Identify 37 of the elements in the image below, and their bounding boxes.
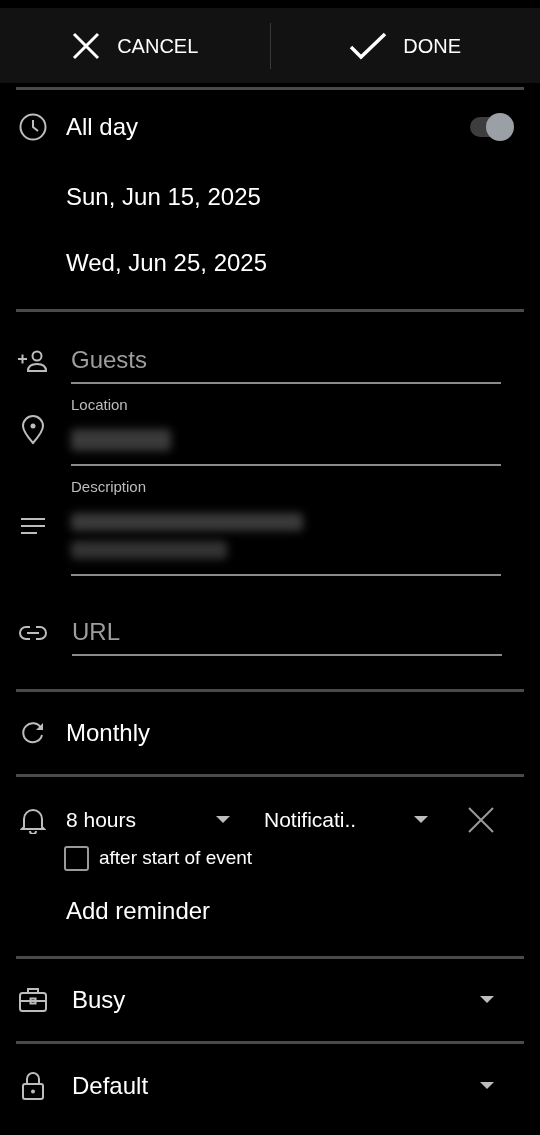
all-day-label: All day	[66, 112, 140, 142]
location-label: Location	[71, 395, 129, 415]
date-value[interactable]: Sun, Jun 15, 2025	[66, 179, 261, 215]
caret-icon	[414, 816, 428, 824]
checkbox-label: after start of event	[99, 845, 253, 870]
location-pin-icon	[20, 415, 46, 445]
done-button[interactable]: DONE	[270, 8, 540, 83]
close-icon	[71, 30, 102, 61]
description-label: Description	[71, 477, 148, 497]
text-lines-icon	[20, 516, 46, 536]
close-icon	[468, 807, 494, 833]
all-day-switch[interactable]	[470, 113, 514, 141]
cancel-button[interactable]: CANCEL	[0, 8, 270, 83]
link-icon	[18, 625, 48, 641]
check-icon	[349, 30, 388, 61]
bell-icon	[20, 806, 46, 834]
remove-reminder-button[interactable]	[468, 807, 494, 833]
checkbox[interactable]	[64, 845, 89, 871]
caret-icon	[480, 1082, 494, 1090]
lock-icon	[21, 1071, 45, 1101]
add-reminder-button[interactable]: Add reminder	[66, 893, 211, 929]
availability-dropdown[interactable]: Busy	[0, 959, 540, 1041]
reminder-method-dropdown[interactable]: Notificati..	[264, 804, 428, 836]
url-field[interactable]: URL	[72, 610, 502, 656]
caret-icon	[480, 996, 494, 1004]
clock-icon	[18, 112, 48, 142]
add-person-icon	[17, 349, 49, 373]
location-field[interactable]: Location	[71, 394, 501, 466]
visibility-dropdown[interactable]: Default	[0, 1044, 540, 1128]
guests-field[interactable]: Guests	[71, 338, 501, 384]
refresh-icon	[20, 720, 46, 746]
briefcase-icon	[18, 987, 48, 1013]
repeat-value[interactable]: Monthly	[66, 715, 151, 751]
caret-icon	[216, 816, 230, 824]
description-field[interactable]: Description	[71, 476, 501, 576]
date-value[interactable]: Wed, Jun 25, 2025	[66, 245, 268, 281]
reminder-time-dropdown[interactable]: 8 hours	[66, 804, 230, 836]
